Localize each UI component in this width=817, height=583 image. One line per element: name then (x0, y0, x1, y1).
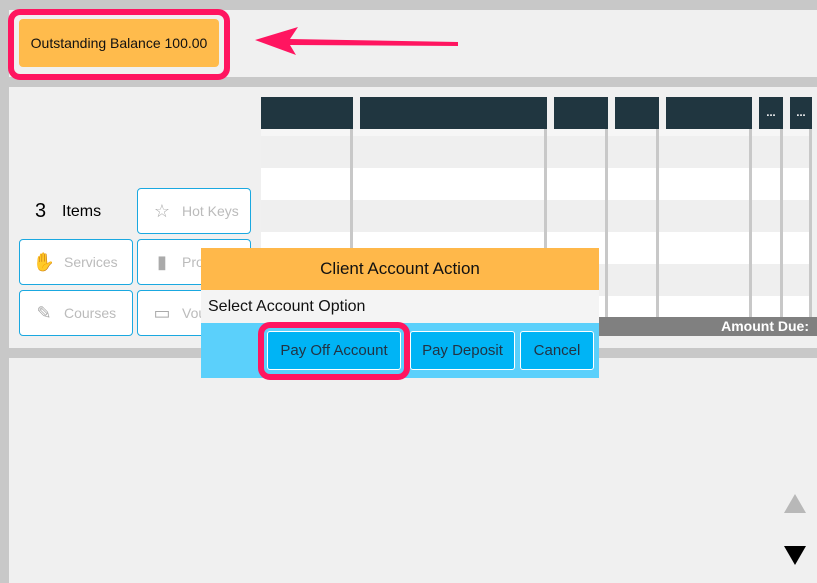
items-label: Items (62, 203, 102, 220)
courses-button[interactable]: ✎ Courses (19, 290, 133, 336)
courses-label: Courses (64, 305, 117, 321)
items-count: 3 (35, 200, 47, 222)
handshake-icon: ✋ (32, 251, 56, 272)
column-divider (780, 129, 783, 317)
hot-keys-label: Hot Keys (182, 203, 239, 219)
column-header[interactable] (554, 97, 608, 129)
column-divider (656, 129, 659, 317)
pay-deposit-button[interactable]: Pay Deposit (410, 331, 515, 370)
column-header-more[interactable]: ... (790, 97, 812, 129)
column-header[interactable] (261, 97, 353, 129)
clipboard-icon: ✎ (36, 302, 52, 323)
bottle-icon: ▮ (157, 251, 167, 272)
column-header-more[interactable]: ... (759, 97, 783, 129)
highlight-outline (8, 9, 230, 80)
table-row[interactable] (261, 136, 812, 168)
highlight-outline (258, 322, 410, 380)
column-divider (749, 129, 752, 317)
amount-due-label: Amount Due: (599, 317, 817, 336)
table-row[interactable] (261, 168, 812, 200)
column-header[interactable] (360, 97, 547, 129)
table-row[interactable] (261, 200, 812, 232)
column-header[interactable] (666, 97, 752, 129)
star-icon: ☆ (153, 200, 171, 221)
table-row (261, 129, 812, 136)
column-divider (809, 129, 812, 317)
column-divider (605, 129, 608, 317)
bottom-panel (9, 358, 817, 583)
gift-card-icon: ▭ (153, 302, 171, 323)
services-label: Services (64, 254, 118, 270)
hot-keys-button[interactable]: ☆ Hot Keys (137, 188, 251, 234)
column-header[interactable] (615, 97, 659, 129)
cancel-button[interactable]: Cancel (520, 331, 594, 370)
dialog-message: Select Account Option (201, 290, 599, 323)
annotation-arrow-icon (255, 27, 458, 55)
dialog-title: Client Account Action (201, 248, 599, 290)
services-button[interactable]: ✋ Services (19, 239, 133, 285)
scroll-up-icon[interactable] (784, 494, 806, 514)
scroll-down-icon[interactable] (784, 546, 806, 566)
